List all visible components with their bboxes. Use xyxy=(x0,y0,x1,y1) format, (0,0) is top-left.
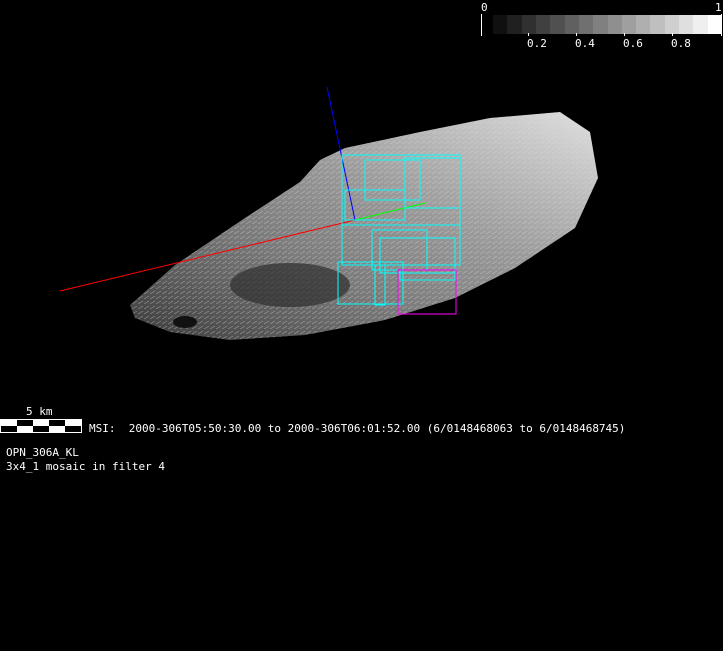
colorbar-step xyxy=(521,15,536,34)
colorbar-gradient xyxy=(493,15,722,34)
scale-bar-label: 5 km xyxy=(26,405,53,418)
scale-bar-segment xyxy=(65,426,81,432)
viewer-canvas[interactable]: 0 1 0.2 0.4 0.6 0.8 5 km MSI: 2000-306T0… xyxy=(0,0,723,651)
colorbar-tick xyxy=(672,33,673,36)
colorbar-tick-label: 0.6 xyxy=(623,37,643,50)
mosaic-description: 3x4_1 mosaic in filter 4 xyxy=(6,460,165,473)
colorbar-tick xyxy=(528,33,529,36)
colorbar-min-label: 0 xyxy=(481,1,488,14)
colorbar-step xyxy=(650,15,665,34)
colorbar-step xyxy=(493,15,508,34)
colorbar-tick xyxy=(624,33,625,36)
asteroid-shape-model xyxy=(130,112,598,340)
colorbar-step xyxy=(664,15,680,34)
colorbar-step xyxy=(636,15,651,34)
colorbar-max-label: 1 xyxy=(715,1,722,14)
scale-bar-segment xyxy=(49,426,65,432)
colorbar-tick-label: 0.4 xyxy=(575,37,595,50)
colorbar-tick xyxy=(481,14,482,36)
colorbar-step xyxy=(578,15,594,34)
colorbar-step xyxy=(564,15,579,34)
colorbar-step xyxy=(621,15,637,34)
scale-bar-segment xyxy=(33,426,49,432)
scale-bar xyxy=(0,419,82,433)
colorbar-step xyxy=(707,15,722,34)
colorbar-step xyxy=(693,15,708,34)
colorbar-step xyxy=(679,15,694,34)
scale-bar-segment xyxy=(1,426,17,432)
sequence-name: OPN_306A_KL xyxy=(6,446,79,459)
colorbar-step xyxy=(550,15,565,34)
colorbar-step xyxy=(593,15,608,34)
instrument-time-range: MSI: 2000-306T05:50:30.00 to 2000-306T06… xyxy=(89,422,626,435)
colorbar-step xyxy=(507,15,522,34)
colorbar-step xyxy=(535,15,551,34)
asteroid-3d-view[interactable] xyxy=(0,0,723,651)
colorbar-tick xyxy=(576,33,577,36)
colorbar-step xyxy=(607,15,622,34)
scale-bar-segment xyxy=(17,426,33,432)
colorbar-tick-label: 0.2 xyxy=(527,37,547,50)
colorbar-tick-label: 0.8 xyxy=(671,37,691,50)
